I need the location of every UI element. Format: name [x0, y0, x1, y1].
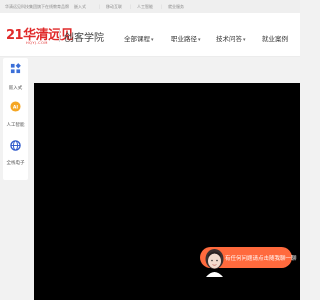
sidebar-item-label: 全栈电子 [6, 161, 25, 166]
sidebar-item-label: 人工智能 [6, 123, 25, 128]
chevron-down-icon: ▾ [243, 37, 246, 43]
chevron-down-icon: ▾ [151, 37, 154, 43]
sidebar-item-ai[interactable]: AI 人工智能 [3, 98, 28, 138]
category-sidebar: 嵌入式 AI 人工智能 全栈电子 [3, 58, 28, 180]
separator: | [67, 4, 69, 9]
chip-icon [10, 63, 21, 74]
sidebar-item-label: 嵌入式 [8, 86, 23, 91]
logo-prefix: 21 [6, 28, 24, 43]
top-notice: 华清远见科技集团旗下在线教育品牌 [5, 4, 69, 9]
advisor-avatar[interactable] [203, 247, 226, 277]
sidebar-item-embedded[interactable]: 嵌入式 [3, 60, 28, 100]
logo-domain: HQYJ.COM [26, 41, 48, 45]
nav-label: 就业案例 [262, 35, 288, 43]
top-link-2[interactable]: 人工智能 [137, 4, 153, 10]
separator: | [99, 4, 101, 9]
site-logo[interactable]: 21华清远见 HQYJ.COM [6, 24, 74, 48]
nav-label: 技术问答 [216, 35, 242, 43]
nav-label: 全部课程 [124, 35, 150, 43]
ai-icon: AI [10, 101, 21, 112]
nav-item-job-cases[interactable]: 就业案例 [262, 33, 288, 43]
logo-divider [59, 30, 60, 42]
top-link-3[interactable]: 就业服务 [168, 4, 184, 10]
nav-item-tech-qa[interactable]: 技术问答▾ [216, 33, 246, 43]
site-header: 21华清远见 HQYJ.COM 创客学院 全部课程▾ 职业路径▾ 技术问答▾ 就… [0, 13, 300, 57]
chevron-down-icon: ▾ [198, 37, 201, 43]
nav-item-all-courses[interactable]: 全部课程▾ [124, 33, 154, 43]
nav-item-career-path[interactable]: 职业路径▾ [171, 33, 201, 43]
svg-text:AI: AI [13, 104, 19, 110]
sidebar-item-fullstack[interactable]: 全栈电子 [3, 138, 28, 178]
separator: | [130, 4, 132, 9]
nav-label: 职业路径 [171, 35, 197, 43]
chat-label: 有任何问题请点击随我聊一聊 [225, 256, 297, 262]
brand-name[interactable]: 创客学院 [64, 29, 104, 44]
top-link-1[interactable]: 移动互联 [106, 4, 122, 10]
top-link-0[interactable]: 嵌入式 [74, 4, 86, 10]
separator: | [161, 4, 163, 9]
globe-icon [10, 140, 21, 151]
top-info-bar: 华清远见科技集团旗下在线教育品牌 | 嵌入式 | 移动互联 | 人工智能 | 就… [0, 0, 300, 13]
